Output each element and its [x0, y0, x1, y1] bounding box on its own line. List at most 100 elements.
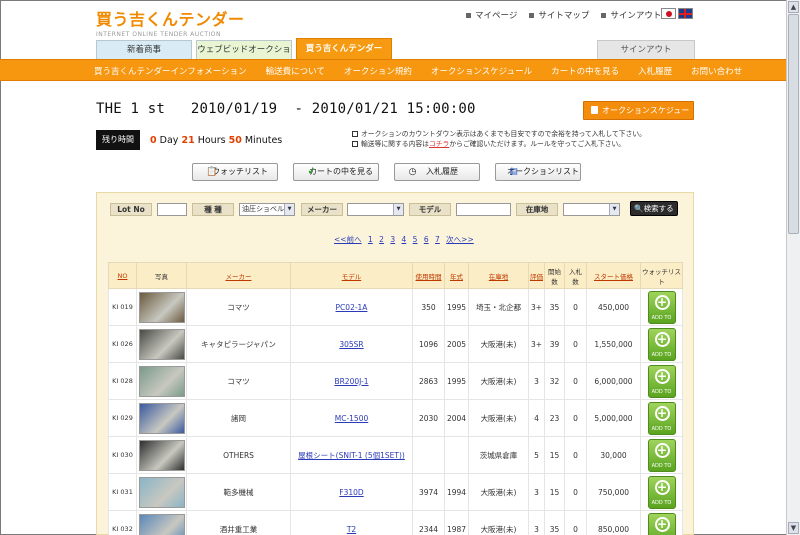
price-cell: 750,000 [586, 473, 641, 511]
search-icon: 🔍 [634, 204, 644, 213]
watchlist-cell: +ADD TO [640, 473, 683, 511]
item-photo[interactable] [136, 399, 187, 437]
nav-item-terms[interactable]: オークション規約 [344, 65, 412, 77]
pager-next[interactable]: 次へ>> [446, 235, 474, 244]
model-link[interactable]: BR200J-1 [334, 377, 368, 386]
maker-cell: キャタピラージャパン [186, 325, 291, 363]
sitemap-link[interactable]: サイトマップ [529, 9, 589, 21]
location-cell: 大阪港(未) [468, 473, 529, 511]
table-row: KI 032 酒井重工業 T2 23441987大阪港(未)3350850,000 +A… [108, 510, 683, 535]
watchlist-cell: +ADD TO [640, 510, 683, 535]
add-to-watchlist-button[interactable]: +ADD TO [647, 512, 676, 535]
model-link[interactable]: 屋根シート(SNIT-1 (5個1SET)) [298, 451, 405, 460]
uk-flag-icon[interactable] [678, 8, 693, 19]
signout-tab[interactable]: サインアウト [597, 40, 695, 59]
tab-webbid-auction[interactable]: ウェブビッドオークション [196, 40, 292, 74]
bid-history-button[interactable]: ◷ 入札履歴 [394, 163, 480, 181]
pager-page-6[interactable]: 6 [424, 235, 429, 244]
col-model[interactable]: モデル [290, 262, 413, 289]
nav-item-bid-history[interactable]: 入札履歴 [638, 65, 672, 77]
col-year[interactable]: 年式 [444, 262, 469, 289]
countdown-days: 0 [150, 135, 157, 146]
hours-cell: 2344 [412, 510, 445, 535]
item-photo[interactable] [136, 362, 187, 400]
plus-icon: + [654, 516, 670, 532]
start-count-cell: 32 [544, 362, 565, 400]
col-maker[interactable]: メーカー [186, 262, 291, 289]
scroll-up-icon[interactable]: ▲ [788, 1, 799, 13]
add-to-watchlist-button[interactable]: +ADD TO [647, 327, 676, 361]
nav-item-cart[interactable]: カートの中を見る [551, 65, 619, 77]
item-photo[interactable] [136, 436, 187, 474]
pager-page-7[interactable]: 7 [435, 235, 440, 244]
hours-cell [412, 436, 445, 474]
jp-flag-icon[interactable] [661, 8, 676, 19]
watchlist-button[interactable]: 📋 ウォッチリスト [192, 163, 278, 181]
thumbnail-image[interactable] [138, 476, 185, 508]
signout-link[interactable]: サインアウト [601, 9, 661, 21]
add-to-watchlist-button[interactable]: +ADD TO [647, 364, 676, 398]
table-row: KI 031 範多機械 F310D 3974 1994 大阪港(未) 3 15 0 750,000… [108, 473, 683, 511]
thumbnail-image[interactable] [138, 439, 185, 471]
thumbnail-image[interactable] [138, 291, 185, 323]
model-link[interactable]: MC-1500 [335, 414, 369, 423]
scroll-thumb[interactable] [788, 14, 799, 234]
nav-item-schedule[interactable]: オークションスケジュール [431, 65, 532, 77]
thumbnail-image[interactable] [138, 328, 185, 360]
scroll-down-icon[interactable]: ▼ [788, 522, 799, 534]
bid-count-cell: 0 [564, 399, 587, 437]
countdown-minutes-label: Minutes [244, 135, 283, 146]
hours-cell: 2863 [412, 362, 445, 400]
pager-page-1[interactable]: 1 [368, 235, 373, 244]
pager-page-4[interactable]: 4 [401, 235, 406, 244]
model-link[interactable]: 305SR [339, 340, 363, 349]
pager-page-3[interactable]: 3 [390, 235, 395, 244]
pager-prev[interactable]: <<前へ [334, 235, 362, 244]
pager-page-2[interactable]: 2 [379, 235, 384, 244]
action-buttons: 📋 ウォッチリスト ✔ カートの中を見る ◷ 入札履歴 ▤ オークションリスト [192, 163, 581, 181]
item-photo[interactable] [136, 510, 187, 535]
item-photo[interactable] [136, 288, 187, 326]
add-to-watchlist-button[interactable]: +ADD TO [647, 401, 676, 435]
col-price[interactable]: スタート価格 [586, 262, 641, 289]
thumbnail-image[interactable] [138, 365, 185, 397]
col-no[interactable]: NO [108, 262, 137, 289]
lot-no-input[interactable] [157, 203, 187, 216]
note-shipping-after: からご確認いただけます。ルールを守ってご入札下さい。 [449, 140, 626, 148]
view-cart-button[interactable]: ✔ カートの中を見る [293, 163, 379, 181]
tab-new-arrivals[interactable]: 新着商事 [96, 40, 192, 59]
schedule-button[interactable]: オークションスケジュール [583, 101, 694, 132]
nav-item-shipping[interactable]: 輸送費について [266, 65, 325, 77]
model-link[interactable]: F310D [339, 488, 363, 497]
pager-page-5[interactable]: 5 [413, 235, 418, 244]
location-select[interactable] [563, 203, 620, 216]
maker-select[interactable] [347, 203, 404, 216]
col-hours[interactable]: 使用時間 [412, 262, 445, 289]
checkbox-icon [352, 141, 358, 147]
add-to-watchlist-button[interactable]: +ADD TO [647, 290, 676, 324]
tab-tender[interactable]: 買う吉くんテンダー [296, 38, 392, 59]
model-link[interactable]: PC02-1A [336, 303, 368, 312]
site-logo[interactable]: 買う吉くんテンダー INTERNET ONLINE TENDER AUCTION [96, 6, 245, 38]
countdown-hours: 21 [181, 135, 195, 146]
nav-item-information[interactable]: 買う吉くんテンダーインフォメーション [94, 65, 247, 77]
model-link[interactable]: T2 [347, 525, 356, 534]
item-photo[interactable] [136, 325, 187, 363]
search-button[interactable]: 🔍検索する [630, 201, 678, 216]
category-select[interactable]: 油圧ショベル [239, 203, 295, 216]
results-table: NO 写真 メーカー モデル 使用時間 年式 在庫地 評価 開始数 入札数 スタ… [108, 262, 683, 535]
thumbnail-image[interactable] [138, 513, 185, 535]
col-location[interactable]: 在庫地 [468, 262, 529, 289]
mypage-link[interactable]: マイページ [466, 9, 517, 21]
col-grade[interactable]: 評価 [528, 262, 545, 289]
thumbnail-image[interactable] [138, 402, 185, 434]
add-to-watchlist-button[interactable]: +ADD TO [647, 475, 676, 509]
item-photo[interactable] [136, 473, 187, 511]
nav-item-contact[interactable]: お問い合わせ [691, 65, 742, 77]
vertical-scrollbar[interactable]: ▲ ▼ [786, 0, 800, 535]
location-cell: 大阪港(未) [468, 399, 529, 437]
auction-list-button[interactable]: ▤ オークションリスト [495, 163, 581, 181]
note-shipping-link[interactable]: コチラ [429, 140, 449, 148]
model-input[interactable] [456, 203, 511, 216]
add-to-watchlist-button[interactable]: +ADD TO [647, 438, 676, 472]
